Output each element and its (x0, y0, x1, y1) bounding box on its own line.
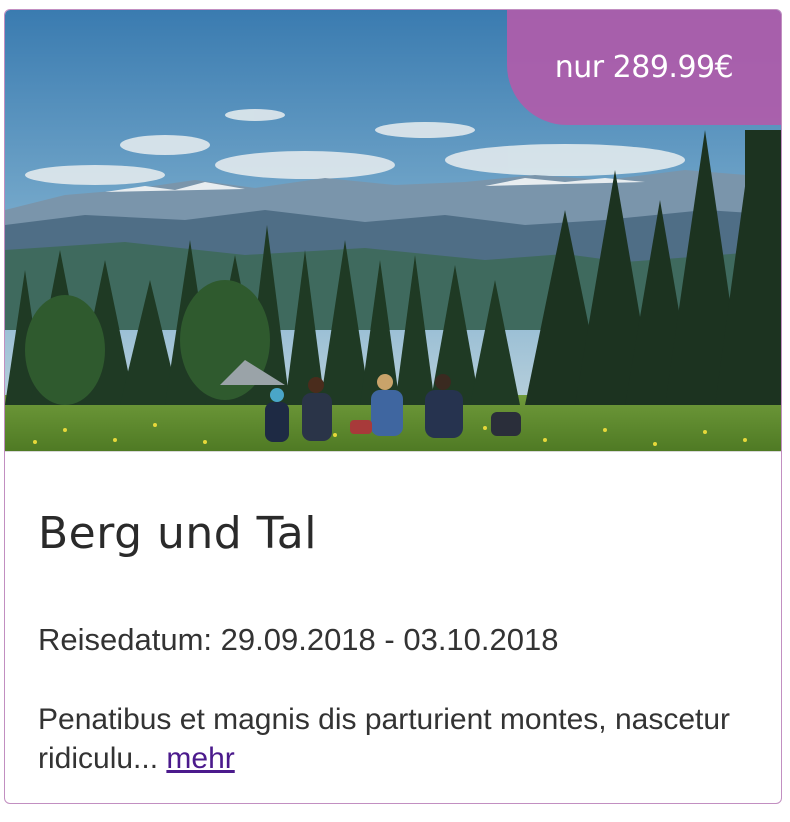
trip-title: Berg und Tal (38, 508, 317, 559)
travel-date: Reisedatum: 29.09.2018 - 03.10.2018 (38, 622, 559, 657)
more-link[interactable]: mehr (166, 742, 234, 775)
description-text: Penatibus et magnis dis parturient monte… (38, 703, 731, 775)
trip-description: Penatibus et magnis dis parturient monte… (38, 700, 758, 778)
landscape-photo: nur 289.99€ (5, 10, 781, 452)
price-badge: nur 289.99€ (507, 10, 781, 125)
travel-offer-card: nur 289.99€ Berg und Tal Reisedatum: 29.… (4, 9, 782, 804)
